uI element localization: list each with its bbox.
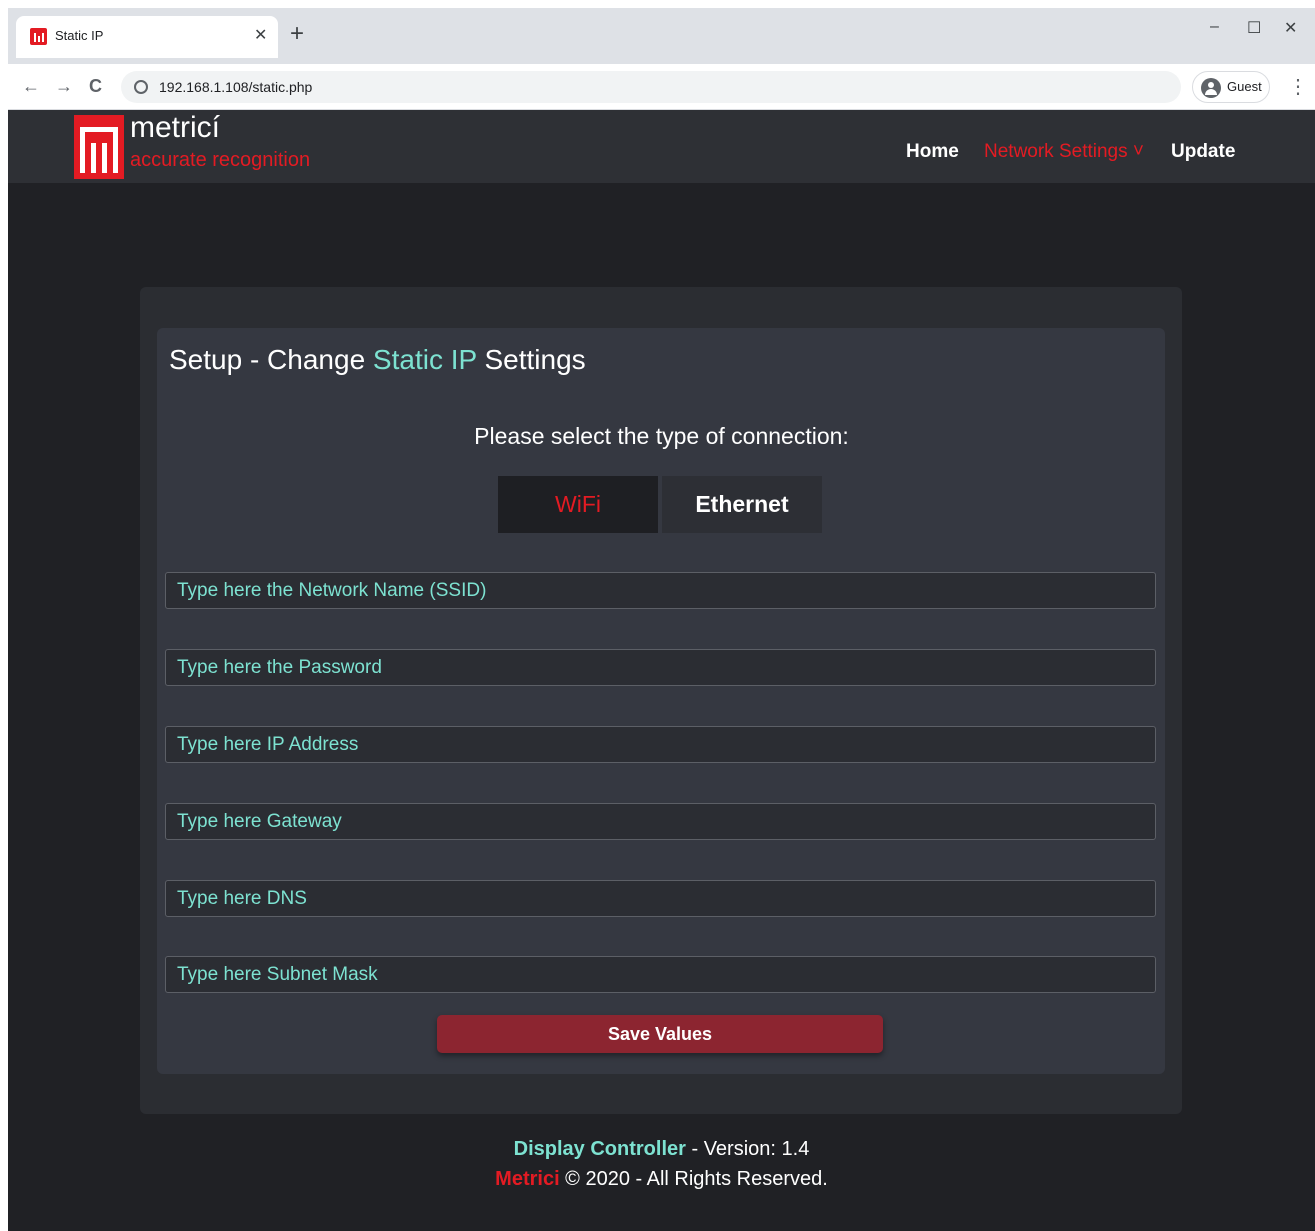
- ethernet-tab[interactable]: Ethernet: [662, 476, 822, 533]
- gateway-input[interactable]: [165, 803, 1156, 840]
- ssid-input[interactable]: [165, 572, 1156, 609]
- tab-close-icon[interactable]: ✕: [254, 25, 267, 45]
- dns-input[interactable]: [165, 880, 1156, 917]
- minimize-icon[interactable]: –: [1210, 18, 1219, 36]
- browser-tab[interactable]: Static IP ✕: [16, 16, 278, 58]
- nav-network-settings[interactable]: Network Settings ˅: [984, 141, 1144, 163]
- site-header: metricí accurate recognition Home Networ…: [8, 110, 1315, 183]
- new-tab-icon[interactable]: +: [290, 22, 304, 46]
- back-icon[interactable]: ←: [22, 76, 40, 97]
- wifi-tab[interactable]: WiFi: [498, 476, 658, 533]
- footer-copyright: Metrici © 2020 - All Rights Reserved.: [495, 1168, 828, 1190]
- maximize-icon[interactable]: ☐: [1247, 18, 1261, 38]
- nav-home[interactable]: Home: [906, 141, 959, 163]
- tab-title: Static IP: [55, 28, 104, 43]
- url-text[interactable]: 192.168.1.108/static.php: [159, 79, 312, 95]
- password-input[interactable]: [165, 649, 1156, 686]
- address-bar[interactable]: 192.168.1.108/static.php: [121, 71, 1181, 103]
- connection-prompt: Please select the type of connection:: [474, 423, 849, 449]
- tab-strip: Static IP ✕ + – ☐ ✕: [8, 8, 1315, 64]
- account-icon: [1201, 78, 1221, 98]
- brand-tagline: accurate recognition: [130, 149, 311, 171]
- browser-toolbar: ← → C 192.168.1.108/static.php Guest ⋮: [8, 64, 1315, 110]
- metrici-logo-icon[interactable]: [74, 115, 124, 179]
- forward-icon[interactable]: →: [55, 76, 73, 97]
- profile-label: Guest: [1227, 79, 1262, 94]
- subnet-mask-input[interactable]: [165, 956, 1156, 993]
- brand-name[interactable]: metricí: [130, 111, 220, 145]
- nav-update[interactable]: Update: [1171, 141, 1235, 163]
- page-content: metricí accurate recognition Home Networ…: [8, 110, 1315, 1231]
- site-info-icon[interactable]: [134, 80, 148, 94]
- ip-address-input[interactable]: [165, 726, 1156, 763]
- window-close-icon[interactable]: ✕: [1284, 18, 1297, 38]
- browser-menu-icon[interactable]: ⋮: [1288, 74, 1308, 99]
- profile-button[interactable]: Guest: [1192, 71, 1270, 103]
- page-title: Setup - Change Static IP Settings: [169, 344, 586, 375]
- metrici-favicon-icon: [30, 28, 47, 45]
- reload-icon[interactable]: C: [89, 76, 102, 97]
- footer-version: Display Controller - Version: 1.4: [513, 1138, 810, 1160]
- browser-window: Static IP ✕ + – ☐ ✕ ← → C 192.168.1.108/…: [8, 8, 1315, 1231]
- save-values-button[interactable]: Save Values: [437, 1015, 883, 1053]
